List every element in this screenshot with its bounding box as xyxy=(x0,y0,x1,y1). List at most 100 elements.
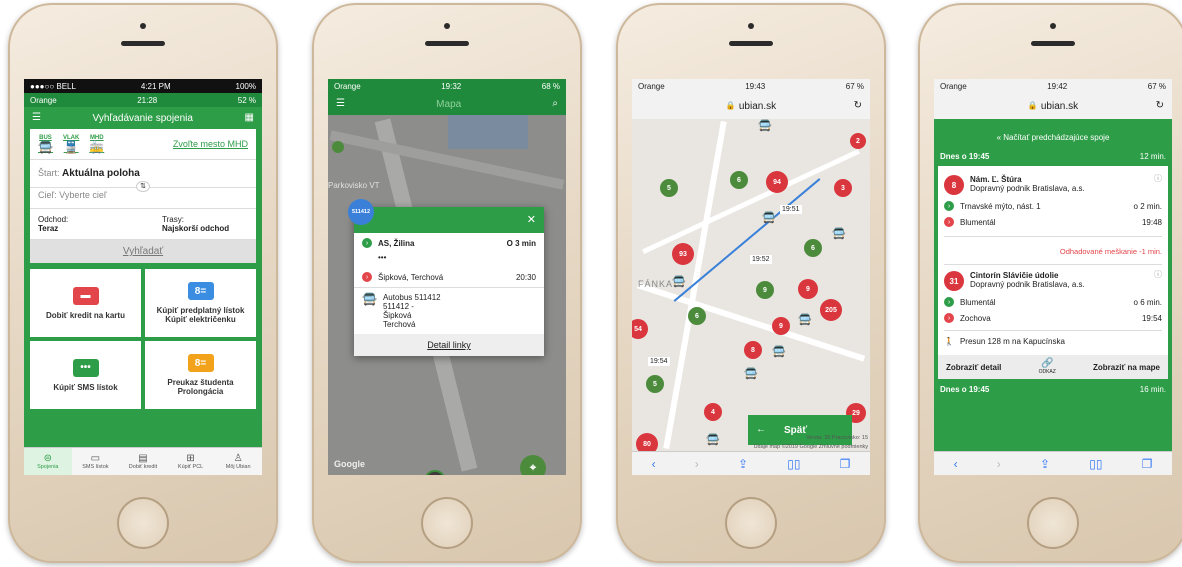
vehicle-marker[interactable]: 94 xyxy=(766,171,788,193)
student-card-tile[interactable]: 8= Preukaz študenta Prolongácia xyxy=(145,341,256,409)
menu-icon[interactable]: ☰ xyxy=(336,99,345,109)
map-view[interactable]: Parkovisko VT 26 ⌖ Google 511412 ✕ › AS,… xyxy=(328,115,566,475)
map-marker-icon[interactable] xyxy=(332,141,344,153)
status-bar: Orange 19:32 68 % xyxy=(328,79,566,93)
to-time: 19:48 xyxy=(1141,217,1162,227)
screen-browser-map: Orange 19:43 67 % 🔒 ubian.sk ↻ FÁNKA 2 9… xyxy=(632,79,870,475)
departure-label: Odchod: xyxy=(38,215,69,224)
stop-marker[interactable]: 6 xyxy=(730,171,748,189)
clock: 19:43 xyxy=(745,81,766,91)
forward-icon[interactable]: › xyxy=(997,458,1001,470)
search-button[interactable]: Vyhľadať xyxy=(30,240,256,263)
reload-icon[interactable]: ↻ xyxy=(1156,101,1164,111)
mode-train[interactable]: VLAK 🚆 xyxy=(63,135,79,153)
share-icon[interactable]: ⇪ xyxy=(1040,458,1050,470)
credit-card-icon: ▬ xyxy=(72,286,99,305)
show-detail-button[interactable]: Zobraziť detail xyxy=(946,363,1001,372)
tabs-icon[interactable]: ❐ xyxy=(840,458,851,470)
address-bar[interactable]: 🔒 ubian.sk ↻ xyxy=(934,93,1172,119)
stop-marker[interactable]: 6 xyxy=(804,239,822,257)
home-button[interactable] xyxy=(1027,497,1079,549)
buy-pass-tile[interactable]: 8= Kúpiť predplatný lístok Kúpiť električ… xyxy=(145,269,256,337)
vehicle-badge: 511412 xyxy=(348,199,374,225)
vehicle-marker[interactable]: 2 xyxy=(850,133,866,149)
tab-topup[interactable]: ▤ Dobiť kredit xyxy=(119,448,167,475)
line-detail-link[interactable]: Detail linky xyxy=(354,334,544,356)
connection-leg: 8 Nám. Ľ. Štúra Dopravný podnik Bratislav… xyxy=(944,172,1162,198)
tab-label: Spojenia xyxy=(37,463,59,470)
bookmarks-icon[interactable]: ▯▯ xyxy=(1089,458,1102,470)
location-button[interactable]: ⌖ xyxy=(520,455,546,475)
map-view[interactable]: FÁNKA 2 94 3 93 9 205 9 8 4 29 80 54 5 6… xyxy=(632,119,870,455)
routes-label: Trasy: xyxy=(162,215,184,224)
bus-icon: 🚍 xyxy=(832,228,846,240)
home-button[interactable] xyxy=(725,497,777,549)
battery: 100% xyxy=(235,81,256,91)
vehicle-marker[interactable]: 3 xyxy=(834,179,852,197)
vehicle-marker[interactable]: 9 xyxy=(772,317,790,335)
search-icon[interactable]: ⌕ xyxy=(552,99,558,109)
walk-icon: 🚶 xyxy=(944,336,954,346)
clock: 19:32 xyxy=(441,81,462,91)
page-title: Mapa xyxy=(436,98,462,110)
routes-option[interactable]: Trasy: Najskorší odchod xyxy=(162,215,248,233)
vehicle-route: 511412 - Šipková Terchová xyxy=(382,302,416,329)
choose-city-link[interactable]: Zvoľte mesto MHD xyxy=(173,139,248,149)
departure-option[interactable]: Odchod: Teraz xyxy=(38,215,68,233)
stop-marker[interactable]: 5 xyxy=(646,375,664,393)
back-icon[interactable]: ‹ xyxy=(954,458,958,470)
forward-icon[interactable]: › xyxy=(695,458,699,470)
menu-icon[interactable]: ☰ xyxy=(32,113,41,123)
departure-header: Dnes o 19:45 16 min. xyxy=(934,379,1172,400)
vehicle-marker[interactable]: 93 xyxy=(672,243,694,265)
phone-4: Orange 19:42 67 % 🔒 ubian.sk ↻ « Načítať… xyxy=(918,3,1182,563)
tab-sms[interactable]: ▭ SMS lístok xyxy=(72,448,120,475)
stop-marker[interactable]: 5 xyxy=(660,179,678,197)
tabs-icon[interactable]: ❐ xyxy=(1142,458,1153,470)
home-button[interactable] xyxy=(421,497,473,549)
close-icon[interactable]: ✕ xyxy=(527,214,536,226)
vehicle-marker[interactable]: 4 xyxy=(704,403,722,421)
speaker xyxy=(729,41,773,46)
share-link-button[interactable]: 🔗 ODKAZ xyxy=(1039,358,1056,376)
vehicle-marker[interactable]: 205 xyxy=(820,299,842,321)
popup-vehicle-row: 🚍 Autobus 511412 511412 - Šipková Terchov… xyxy=(354,288,544,334)
mode-mhd[interactable]: MHD 🚋 xyxy=(89,135,104,153)
address-bar[interactable]: 🔒 ubian.sk ↻ xyxy=(632,93,870,119)
connection-leg: 31 Cintorín Slávičie údolie Dopravný podn… xyxy=(944,264,1162,294)
share-icon[interactable]: ⇪ xyxy=(738,458,748,470)
show-on-map-button[interactable]: Zobraziť na mape xyxy=(1093,363,1160,372)
map-icon[interactable]: ▦ xyxy=(245,113,254,123)
vehicle-marker[interactable]: 9 xyxy=(798,279,818,299)
card-icon: ▤ xyxy=(138,452,148,464)
stop-marker[interactable]: 9 xyxy=(756,281,774,299)
bus-icon: 🚍 xyxy=(772,346,786,358)
topup-card-tile[interactable]: ▬ Dobiť kredit na kartu xyxy=(30,269,141,337)
link-icon: 🔗 xyxy=(1040,358,1054,369)
bus-icon: 🚍 xyxy=(798,314,812,326)
buy-sms-tile[interactable]: ••• Kúpiť SMS lístok xyxy=(30,341,141,409)
stop-marker[interactable]: 6 xyxy=(688,307,706,325)
bookmarks-icon[interactable]: ▯▯ xyxy=(787,458,800,470)
carrier: Orange xyxy=(334,81,361,91)
load-previous-link[interactable]: « Načítať predchádzajúce spoje xyxy=(934,119,1172,150)
back-arrow-icon: ← xyxy=(756,424,766,435)
status-bar: Orange 21:28 52 % xyxy=(24,93,262,107)
options-row: Odchod: Teraz Trasy: Najskorší odchod xyxy=(30,209,256,240)
tram-icon: 🚋 xyxy=(89,140,105,154)
info-icon[interactable]: ⓘ xyxy=(1154,175,1162,183)
vehicle-marker[interactable]: 8 xyxy=(744,341,762,359)
back-icon[interactable]: ‹ xyxy=(652,458,656,470)
info-icon[interactable]: ⓘ xyxy=(1154,271,1162,279)
home-button[interactable] xyxy=(117,497,169,549)
tab-buy-pcl[interactable]: ⊞ Kúpiť PCL xyxy=(167,448,215,475)
mode-bus[interactable]: BUS 🚍 xyxy=(38,135,53,153)
reload-icon[interactable]: ↻ xyxy=(854,101,862,111)
tab-profile[interactable]: ♙ Môj Ubian xyxy=(214,448,262,475)
vehicle-marker[interactable]: 54 xyxy=(632,319,648,339)
time-tag: 19:54 xyxy=(648,357,670,366)
tab-connections[interactable]: ⊜ Spojenia xyxy=(24,448,72,475)
cluster-marker[interactable]: 26 xyxy=(424,470,446,475)
walk-row: 🚶 Presun 128 m na Kapucínska xyxy=(944,330,1162,349)
mode-selector: BUS 🚍 VLAK 🚆 MHD 🚋 Zvoľte mesto MHD xyxy=(30,129,256,160)
